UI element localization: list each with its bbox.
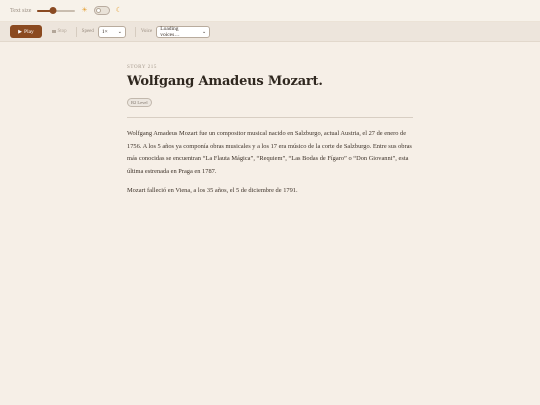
toolbar-divider	[75, 26, 77, 37]
dark-mode-toggle[interactable]	[93, 6, 110, 15]
settings-bar: Text size ☀ ☾	[0, 0, 540, 22]
toggle-knob	[95, 8, 101, 13]
level-badge: B2 Level	[127, 98, 152, 107]
text-size-label: Text size	[10, 7, 32, 14]
play-icon: ▶	[18, 29, 23, 35]
story-article: STORY 215 Wolfgang Amadeus Mozart. B2 Le…	[127, 65, 413, 205]
speed-label: Speed	[81, 29, 94, 34]
voice-value: Loading voices…	[160, 25, 180, 38]
story-divider	[127, 117, 413, 118]
speed-select[interactable]: 1× ⌄	[97, 25, 126, 38]
sun-icon: ☀	[81, 6, 88, 14]
story-body: Wolfgang Amadeus Mozart fue un composito…	[127, 128, 413, 198]
chevron-down-icon: ⌄	[117, 29, 122, 35]
toolbar-divider	[134, 26, 136, 37]
story-paragraph: Mozart falleció en Viena, a los 35 años,…	[127, 187, 298, 195]
story-title: Wolfgang Amadeus Mozart.	[127, 74, 323, 89]
stop-label: Stop	[57, 29, 67, 34]
story-paragraph: Wolfgang Amadeus Mozart fue un composito…	[127, 130, 412, 175]
stop-button[interactable]: Stop	[52, 29, 67, 34]
slider-thumb[interactable]	[49, 7, 57, 14]
text-size-slider[interactable]	[37, 6, 76, 16]
player-toolbar: ▶ Play Stop Speed 1× ⌄ Voice Loading voi…	[0, 22, 540, 42]
play-label: Play	[24, 28, 34, 35]
stop-icon	[52, 29, 56, 34]
play-button[interactable]: ▶ Play	[10, 25, 42, 38]
speed-value: 1×	[101, 28, 108, 35]
chevron-down-icon: ⌄	[202, 29, 207, 35]
story-number: STORY 215	[127, 65, 157, 70]
voice-select[interactable]: Loading voices… ⌄	[156, 25, 211, 38]
moon-icon: ☾	[115, 6, 122, 14]
voice-label: Voice	[140, 29, 153, 34]
